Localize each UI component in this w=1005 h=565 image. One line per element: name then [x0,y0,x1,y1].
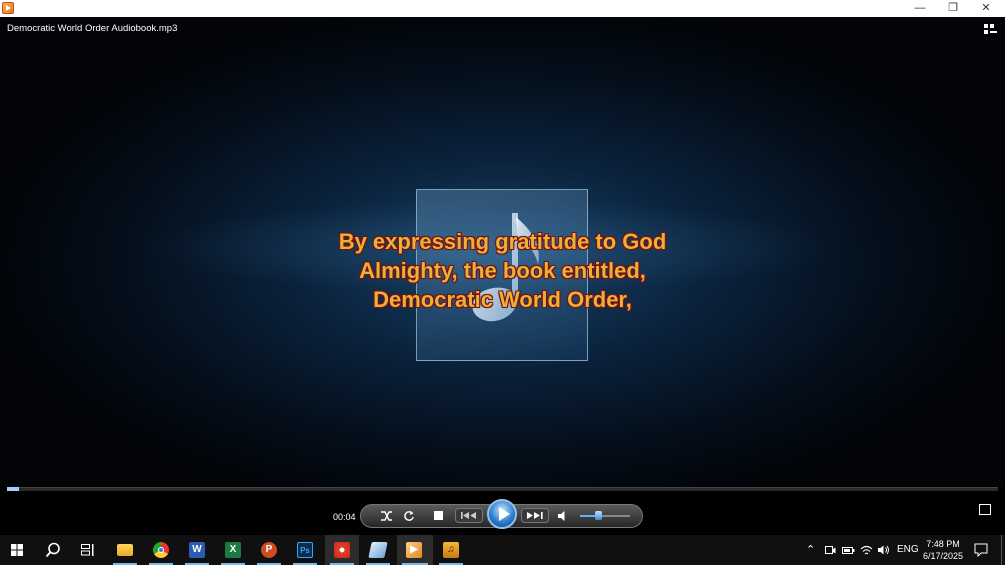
speaker-icon[interactable] [877,544,890,556]
taskbar-word[interactable]: W [180,535,214,565]
app-red-icon [334,542,350,558]
search-button[interactable] [36,535,70,565]
folder-icon [117,544,133,556]
app-blue-icon [368,542,388,558]
notifications-icon[interactable] [974,543,988,557]
meet-now-icon[interactable] [825,545,836,556]
shuffle-icon[interactable] [380,510,393,522]
music-app-icon: ♫ [443,542,459,558]
lyrics-line: Democratic World Order, [373,287,632,312]
search-icon [45,542,60,558]
photoshop-icon: Ps [297,542,313,558]
stop-button[interactable] [434,511,443,520]
chrome-icon [153,542,169,558]
taskbar-app-music[interactable]: ♫ [434,535,468,565]
repeat-icon[interactable] [403,510,415,522]
taskbar-chrome[interactable] [144,535,178,565]
word-icon: W [189,542,205,558]
taskbar-app-blue[interactable] [361,535,395,565]
taskbar: W X P Ps ▶ ♫ ⌃ ENG 7:48 PM 6/17/2025 [0,535,1005,565]
battery-icon[interactable] [842,545,855,556]
task-view-icon [81,544,94,556]
media-title: Democratic World Order Audiobook.mp3 [7,23,178,34]
next-button[interactable] [521,508,549,523]
lyrics-line: Almighty, the book entitled, [359,258,646,283]
show-desktop-button[interactable] [1001,535,1002,565]
start-button[interactable] [0,535,34,565]
volume-thumb[interactable] [595,511,602,520]
taskbar-app-red[interactable] [325,535,359,565]
media-player-icon: ▶ [406,542,422,558]
windows-icon [11,544,23,556]
previous-button[interactable] [455,508,483,523]
maximize-button[interactable]: ❐ [938,0,968,17]
language-indicator[interactable]: ENG [897,535,919,565]
volume-slider[interactable] [580,511,630,520]
close-button[interactable]: ✕ [971,0,1001,17]
clock-time: 7:48 PM [926,539,960,549]
lyrics-text: By expressing gratitude to God Almighty,… [250,227,755,314]
playback-controls: 00:04 [0,491,1005,535]
elapsed-time: 00:04 [333,512,356,522]
now-playing-area[interactable]: Democratic World Order Audiobook.mp3 By … [0,17,1005,487]
minimize-button[interactable]: — [905,0,935,17]
excel-icon: X [225,542,241,558]
lyrics-line: By expressing gratitude to God [338,229,667,254]
clock[interactable]: 7:48 PM 6/17/2025 [921,538,965,562]
task-view-button[interactable] [71,535,105,565]
taskbar-excel[interactable]: X [216,535,250,565]
taskbar-file-explorer[interactable] [108,535,142,565]
taskbar-media-player[interactable]: ▶ [397,535,433,565]
show-hidden-icons[interactable]: ⌃ [806,535,815,565]
switch-to-library-icon[interactable] [979,504,991,515]
taskbar-powerpoint[interactable]: P [252,535,286,565]
clock-date: 6/17/2025 [922,551,964,561]
wifi-icon[interactable] [860,544,873,556]
playlist-icon[interactable] [984,24,997,35]
media-player-icon [2,2,14,14]
powerpoint-icon: P [261,542,277,558]
play-button[interactable] [487,499,517,529]
title-bar: — ❐ ✕ [0,0,1005,17]
volume-icon[interactable] [557,510,569,522]
taskbar-photoshop[interactable]: Ps [288,535,322,565]
